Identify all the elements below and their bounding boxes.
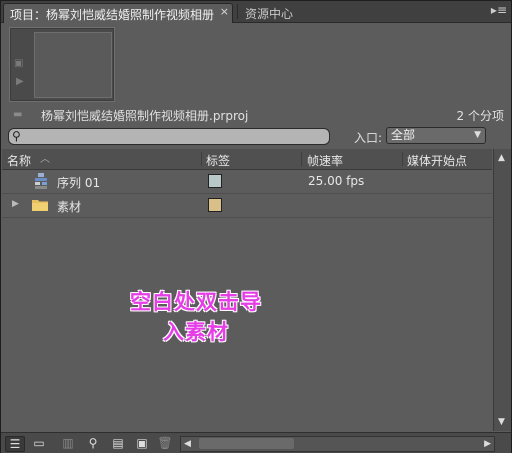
item-count: 2 个分项 [456,109,504,123]
search-icon: ⚲ [12,129,21,143]
table-header: 名称 ︿ 标签 帧速率 媒体开始点 [2,149,492,170]
hint-overlay: 空白处双击导 入素材 [81,287,311,347]
icon-view-icon[interactable]: ▭ [31,436,47,450]
find-icon[interactable]: ⚲ [85,436,101,450]
scroll-left-icon[interactable]: ◀ [184,437,191,451]
tab-project[interactable]: 项目：杨幂刘恺威结婚照制作视频相册 × [3,3,233,23]
preview-area [34,32,112,98]
tab-resource-center-label: 资源中心 [245,7,294,21]
play-icon[interactable]: ▶ [16,76,24,87]
project-filename: 杨幂刘恺威结婚照制作视频相册.prproj [41,109,249,123]
table-row[interactable]: 序列 01 25.00 fps [2,170,492,194]
tab-project-label: 项目：杨幂刘恺威结婚照制作视频相册 [10,8,215,22]
column-label[interactable]: 标签 [206,152,230,169]
scroll-down-icon[interactable]: ▼ [498,417,505,427]
project-panel: 项目：杨幂刘恺威结婚照制作视频相册 × 资源中心 ▸≡ ▣ ▶ ▬ 杨幂刘恺威结… [0,0,512,453]
close-icon[interactable]: × [220,5,229,18]
tab-divider [237,4,238,19]
column-divider[interactable] [201,152,202,166]
label-color-swatch[interactable] [208,174,222,188]
scroll-thumb[interactable] [199,438,294,449]
folder-icon [32,200,48,211]
tab-resource-center[interactable]: 资源中心 [239,4,309,21]
sort-asc-icon[interactable]: ︿ [40,150,50,165]
automate-to-sequence-icon[interactable]: ▥ [59,436,77,450]
column-divider[interactable] [402,152,403,166]
vertical-scrollbar[interactable]: ▲ ▼ [493,149,511,431]
bottom-toolbar: ☰ ▭ ▥ ⚲ ▤ ▣ 🗑 ◀ ▶ [1,432,511,453]
search-input[interactable]: ⚲ [8,128,330,145]
column-framerate[interactable]: 帧速率 [307,152,343,169]
item-name: 序列 01 [57,176,101,190]
new-item-icon[interactable]: ▣ [133,436,151,450]
scroll-right-icon[interactable]: ▶ [484,437,491,451]
tab-bar: 项目：杨幂刘恺威结婚照制作视频相册 × 资源中心 ▸≡ [1,1,511,23]
panel-menu-icon[interactable]: ▸≡ [491,3,507,17]
column-divider[interactable] [301,152,302,166]
entry-label: 入口: [354,131,383,145]
new-bin-icon[interactable]: ▤ [109,436,127,450]
label-color-swatch[interactable] [208,198,222,212]
trash-icon[interactable]: 🗑 [157,436,173,450]
item-name: 素材 [57,200,82,214]
expand-arrow-icon[interactable]: ▶ [12,199,19,209]
film-icon: ▣ [14,58,24,69]
list-view-icon[interactable]: ☰ [5,436,25,452]
project-file-icon: ▬ [13,109,23,120]
column-name[interactable]: 名称 [7,152,31,169]
item-framerate: 25.00 fps [308,174,365,188]
scroll-up-icon[interactable]: ▲ [498,153,505,163]
column-media-start[interactable]: 媒体开始点 [407,152,467,169]
sequence-icon [35,173,47,189]
hint-line-1: 空白处双击导 [130,290,262,314]
horizontal-scrollbar[interactable]: ◀ ▶ [180,436,495,452]
chevron-down-icon: ▼ [474,130,481,140]
entry-selected-value: 全部 [391,128,416,142]
entry-dropdown[interactable]: 全部 ▼ [386,127,486,144]
hint-line-2: 入素材 [163,320,229,344]
table-row[interactable]: ▶ 素材 [2,194,492,218]
preview-thumbnail: ▣ ▶ [9,27,115,102]
